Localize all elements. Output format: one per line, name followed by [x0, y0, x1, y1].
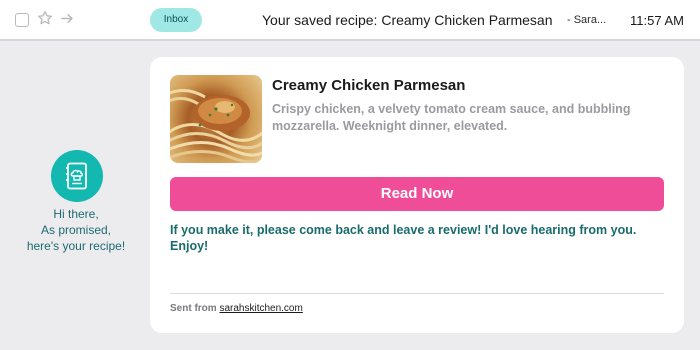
recipe-book-icon: [66, 162, 87, 190]
avatar: [51, 150, 103, 202]
select-checkbox[interactable]: [15, 13, 29, 27]
email-sender: - Sara...: [567, 14, 607, 26]
recipe-card: Creamy Chicken Parmesan Crispy chicken, …: [150, 57, 684, 333]
review-cta-text: If you make it, please come back and lea…: [170, 223, 637, 253]
inbox-badge[interactable]: Inbox: [150, 8, 202, 32]
email-time: 11:57 AM: [630, 13, 684, 28]
email-header-bar: Inbox Your saved recipe: Creamy Chicken …: [0, 0, 700, 41]
greeting-text: Hi there, As promised, here's your recip…: [20, 206, 132, 254]
star-icon[interactable]: [37, 10, 53, 26]
footer: Sent from sarahskitchen.com: [170, 303, 303, 314]
forward-arrow-icon[interactable]: [60, 11, 75, 26]
greeting-line: As promised,: [40, 223, 112, 237]
email-subject[interactable]: Your saved recipe: Creamy Chicken Parmes…: [262, 0, 553, 41]
footer-label: Sent from: [170, 303, 217, 314]
recipe-description: Crispy chicken, a velvety tomato cream s…: [272, 102, 631, 133]
website-link[interactable]: sarahskitchen.com: [219, 303, 302, 314]
divider: [170, 293, 664, 294]
greeting-line: here's your recipe!: [26, 239, 126, 253]
recipe-title[interactable]: Creamy Chicken Parmesan: [272, 77, 465, 94]
read-now-button[interactable]: Read Now: [170, 177, 664, 211]
recipe-photo[interactable]: [170, 75, 262, 163]
greeting-line: Hi there,: [53, 207, 99, 221]
